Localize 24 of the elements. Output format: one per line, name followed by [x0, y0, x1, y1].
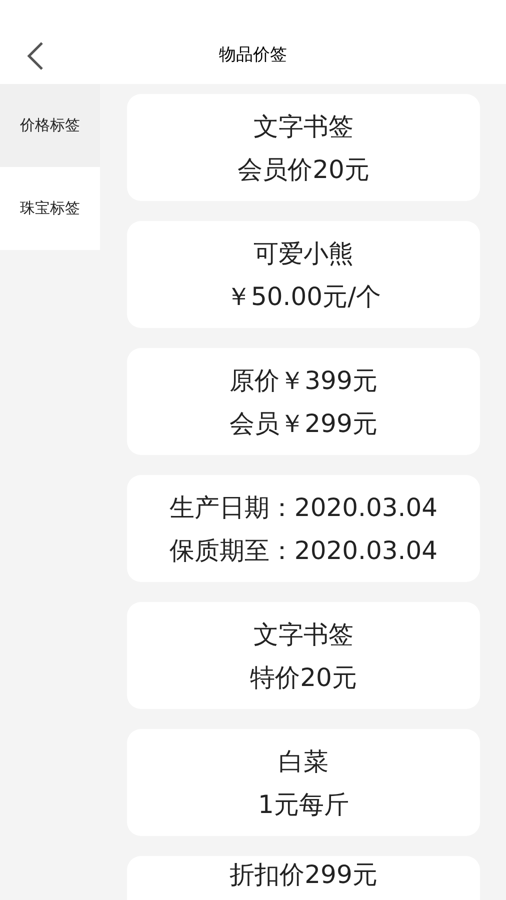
tag-text: 1元每斤 [258, 788, 349, 820]
tag-text: 白菜 [278, 746, 328, 778]
price-tag-card[interactable]: 文字书签 特价20元 [127, 602, 480, 709]
tag-text: 生产日期：2020.03.04 [169, 492, 438, 524]
tag-text: ￥50.00元/个 [226, 280, 381, 312]
back-icon[interactable] [25, 41, 45, 71]
price-tag-card[interactable]: 原价￥399元 会员￥299元 [127, 348, 480, 455]
tag-text: 原价￥399元 [230, 364, 378, 396]
tag-text: 会员￥299元 [230, 408, 378, 440]
price-tag-card[interactable]: 文字书签 会员价20元 [127, 94, 480, 201]
page-title: 物品价签 [219, 44, 287, 68]
tag-text: 特价20元 [250, 662, 357, 694]
tag-text: 会员价20元 [238, 154, 370, 186]
tag-text: 可爱小熊 [254, 238, 354, 270]
tag-text: 文字书签 [254, 110, 354, 142]
price-tag-card[interactable]: 白菜 1元每斤 [127, 729, 480, 836]
price-tag-card[interactable]: 折扣价299元 [127, 856, 480, 900]
sidebar-tab[interactable]: 价格标签 [0, 84, 100, 167]
price-tag-card[interactable]: 生产日期：2020.03.04 保质期至：2020.03.04 [127, 475, 480, 582]
tag-text: 折扣价299元 [230, 860, 378, 890]
price-tag-card[interactable]: 可爱小熊 ￥50.00元/个 [127, 221, 480, 328]
tag-text: 文字书签 [254, 618, 354, 650]
tag-text: 保质期至：2020.03.04 [169, 534, 438, 566]
sidebar-tab[interactable]: 珠宝标签 [0, 167, 100, 250]
